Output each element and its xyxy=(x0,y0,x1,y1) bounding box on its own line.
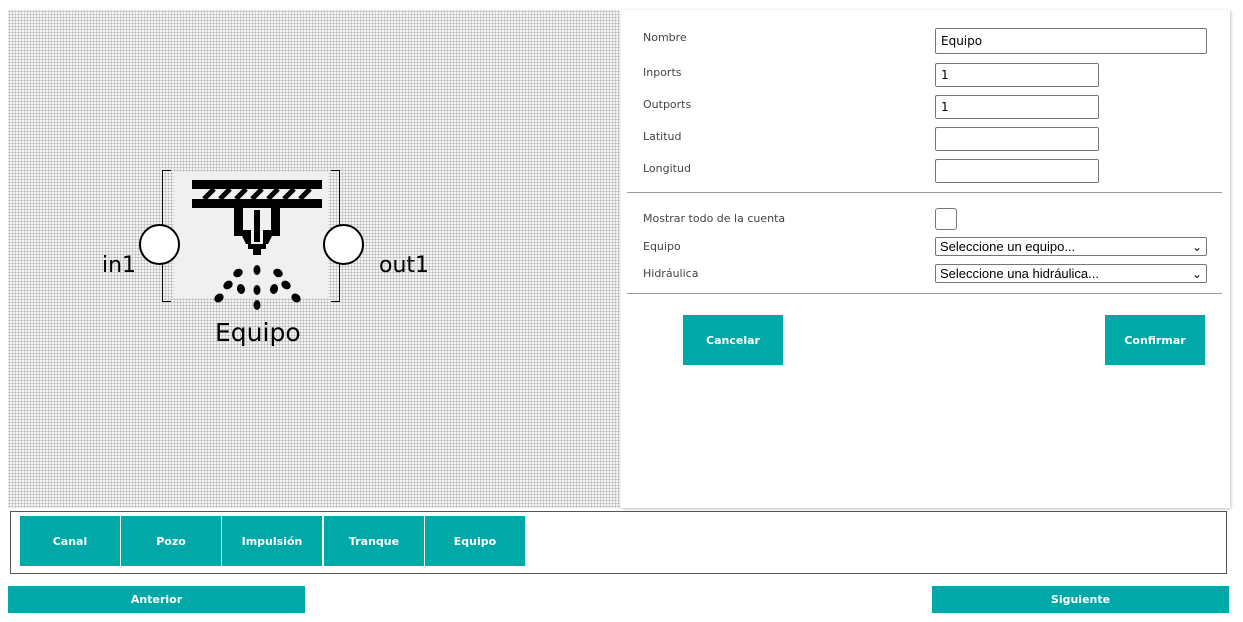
show-all-checkbox[interactable] xyxy=(935,208,957,230)
output-port-label: out1 xyxy=(379,253,430,278)
inports-field[interactable] xyxy=(935,63,1099,87)
input-port[interactable] xyxy=(139,224,180,265)
form-divider-bottom xyxy=(627,293,1222,294)
longitude-field[interactable] xyxy=(935,159,1099,183)
input-port-label: in1 xyxy=(102,253,137,278)
hydraulic-label: Hidráulica xyxy=(643,267,699,280)
latitude-label: Latitud xyxy=(643,130,682,143)
output-port[interactable] xyxy=(323,224,364,265)
properties-panel: Nombre Inports Outports Latitud Longitud… xyxy=(621,10,1230,508)
palette-tranque-button[interactable]: Tranque xyxy=(324,516,424,566)
equipment-select[interactable]: Seleccione un equipo... ⌄ xyxy=(935,237,1207,256)
chevron-down-icon: ⌄ xyxy=(1191,267,1202,281)
palette-pozo-button[interactable]: Pozo xyxy=(121,516,221,566)
hydraulic-select[interactable]: Seleccione una hidráulica... ⌄ xyxy=(935,264,1207,283)
inports-label: Inports xyxy=(643,66,682,79)
palette-canal-button[interactable]: Canal xyxy=(20,516,120,566)
latitude-field[interactable] xyxy=(935,127,1099,151)
cancel-button[interactable]: Cancelar xyxy=(683,315,783,365)
longitude-label: Longitud xyxy=(643,162,691,175)
palette-equipo-button[interactable]: Equipo xyxy=(425,516,525,566)
confirm-button[interactable]: Confirmar xyxy=(1105,315,1205,365)
outports-field[interactable] xyxy=(935,95,1099,119)
name-field[interactable] xyxy=(935,28,1207,54)
next-button[interactable]: Siguiente xyxy=(932,586,1229,613)
previous-button[interactable]: Anterior xyxy=(8,586,305,613)
hydraulic-select-value: Seleccione una hidráulica... xyxy=(940,266,1099,281)
sprinkler-icon xyxy=(192,180,322,310)
palette-impulsion-button[interactable]: Impulsión xyxy=(222,516,322,566)
chevron-down-icon: ⌄ xyxy=(1191,240,1202,254)
show-all-label: Mostrar todo de la cuenta xyxy=(643,212,786,225)
equipment-select-value: Seleccione un equipo... xyxy=(940,239,1076,254)
name-label: Nombre xyxy=(643,31,687,44)
form-divider-top xyxy=(627,192,1222,193)
outports-label: Outports xyxy=(643,98,692,111)
block-name-label: Equipo xyxy=(215,318,301,347)
equipment-label: Equipo xyxy=(643,240,681,253)
